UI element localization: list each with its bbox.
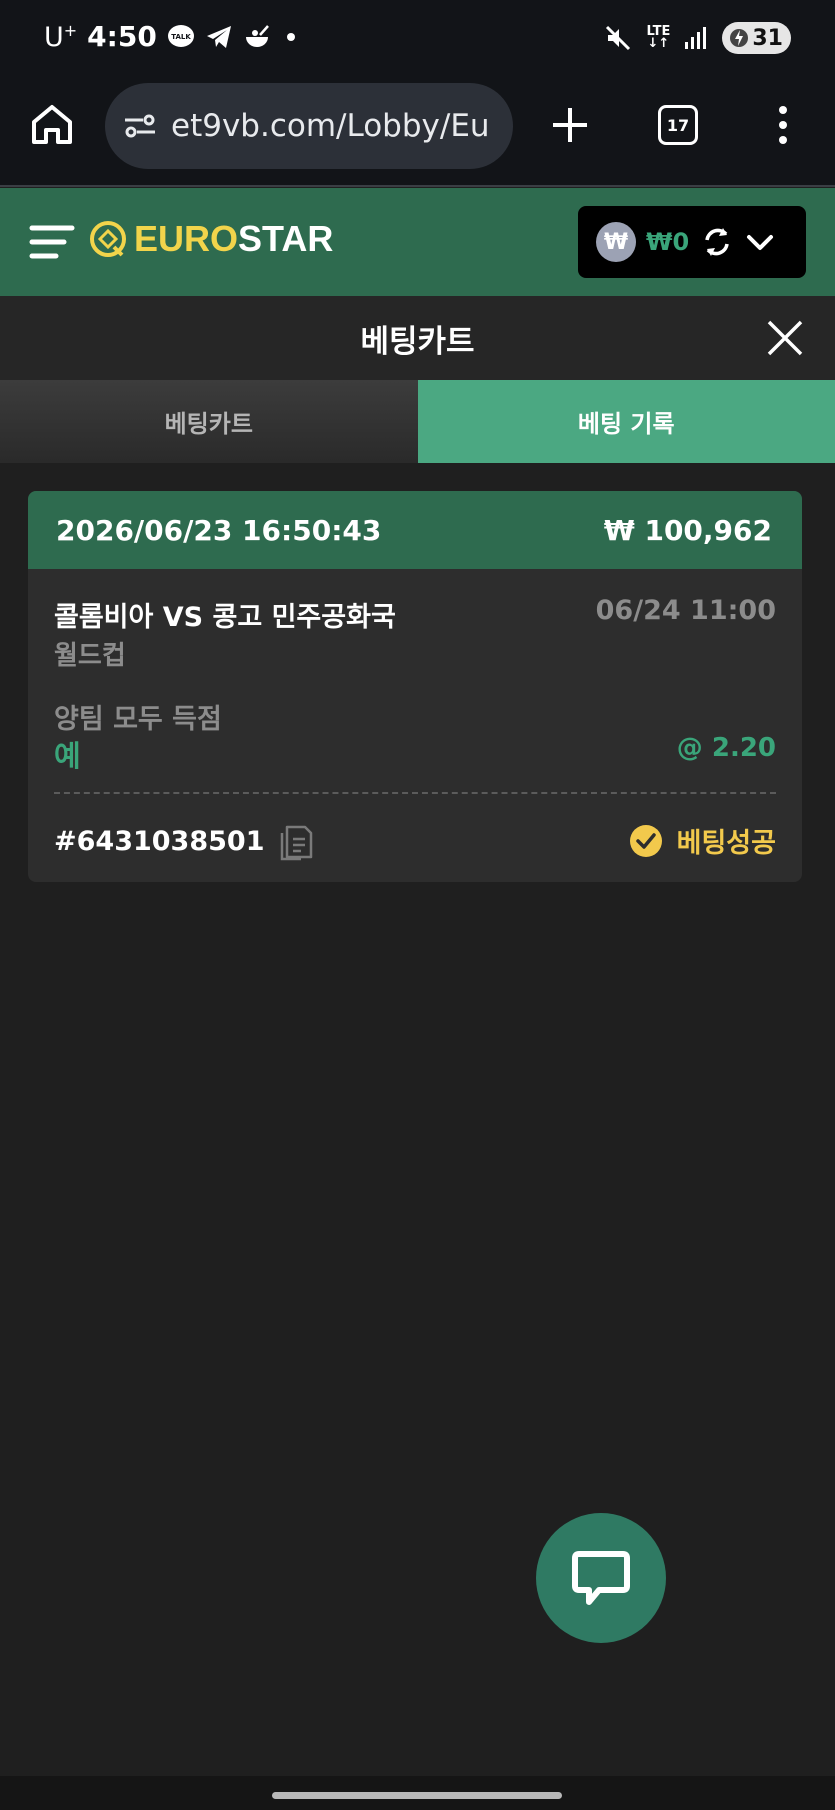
refresh-icon[interactable] [699, 224, 735, 260]
logo-mark-icon [90, 221, 126, 257]
tab-bet-cart[interactable]: 베팅카트 [0, 380, 418, 463]
copy-icon[interactable] [279, 821, 313, 861]
url-bar[interactable]: et9vb.com/Lobby/Eu [105, 83, 513, 169]
tab-bet-history[interactable]: 베팅 기록 [417, 380, 835, 463]
telegram-icon [206, 25, 231, 48]
bet-pick: 예 [54, 739, 81, 773]
bet-market: 양팀 모두 득점 [54, 704, 222, 735]
url-text: et9vb.com/Lobby/Eu [171, 108, 490, 144]
page-title: 베팅카트 [360, 323, 475, 360]
site-header: EURO STAR ₩ ₩0 [0, 188, 835, 296]
chevron-down-icon[interactable] [745, 227, 775, 257]
status-bar: U+ 4:50 TALK LTE ↓↑ 31 [0, 0, 835, 80]
system-nav-bar [0, 1776, 835, 1810]
bet-status: 베팅성공 [629, 821, 776, 860]
check-circle-icon [629, 824, 662, 857]
bet-card-header: 2026/06/23 16:50:43 ₩ 100,962 [28, 491, 802, 569]
browser-toolbar: et9vb.com/Lobby/Eu 17 [0, 80, 835, 187]
bet-odds: @ 2.20 [676, 733, 776, 763]
cart-tabs: 베팅카트 베팅 기록 [0, 380, 835, 463]
signal-icon [685, 27, 707, 49]
match-title: 콜롬비아 VS 콩고 민주공화국 [54, 602, 396, 633]
close-icon[interactable] [765, 318, 805, 358]
bet-record-card: 2026/06/23 16:50:43 ₩ 100,962 콜롬비아 VS 콩고… [28, 491, 802, 882]
eurostar-logo[interactable]: EURO STAR [88, 218, 333, 260]
home-icon[interactable] [30, 102, 74, 146]
balance-widget[interactable]: ₩ ₩0 [578, 206, 806, 278]
chat-bubble-icon [572, 1551, 630, 1605]
league-name: 월드컵 [54, 641, 126, 671]
charging-icon [730, 29, 749, 47]
battery-indicator: 31 [722, 22, 791, 54]
battery-level: 31 [752, 25, 783, 51]
bet-amount: ₩ 100,962 [603, 513, 772, 547]
notification-dot [286, 32, 295, 41]
bet-datetime: 2026/06/23 16:50:43 [56, 513, 382, 547]
chat-button[interactable] [536, 1513, 666, 1643]
balance-amount: ₩0 [646, 228, 690, 256]
dashed-divider [54, 792, 776, 794]
bet-id: #6431038501 [54, 825, 265, 857]
bowl-icon [245, 24, 269, 47]
site-settings-icon[interactable] [123, 111, 157, 141]
more-options-icon[interactable] [773, 105, 793, 145]
new-tab-icon[interactable] [551, 106, 589, 144]
currency-badge: ₩ [596, 222, 636, 262]
gesture-handle[interactable] [272, 1792, 562, 1799]
lte-indicator: LTE ↓↑ [646, 24, 671, 51]
carrier-label: U+ [44, 20, 78, 53]
tab-switcher-button[interactable]: 17 [658, 105, 698, 145]
mute-icon [606, 25, 631, 51]
clock: 4:50 [87, 20, 157, 53]
bet-status-label: 베팅성공 [676, 828, 776, 859]
svg-text:TALK: TALK [171, 33, 191, 41]
bet-cart-header: 베팅카트 [0, 296, 835, 380]
kakaotalk-icon: TALK [167, 24, 194, 47]
match-date: 06/24 11:00 [595, 595, 776, 626]
hamburger-menu-icon[interactable] [28, 218, 76, 266]
